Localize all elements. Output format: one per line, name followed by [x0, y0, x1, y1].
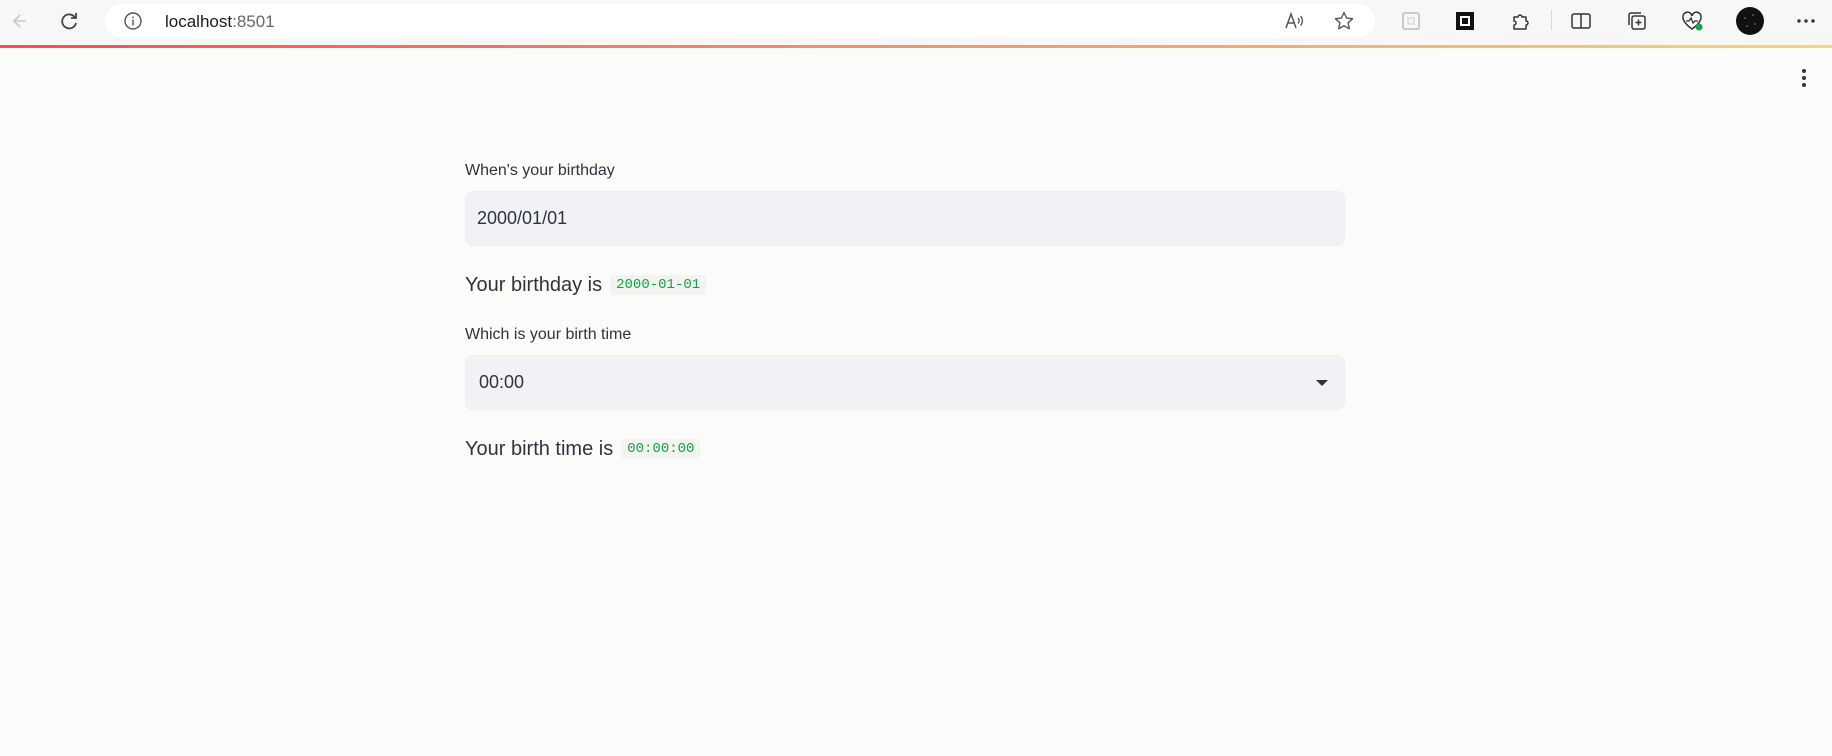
time-select-label: Which is your birth time: [465, 326, 632, 343]
url-host: localhost: [165, 12, 233, 31]
main-block: When's your birthday 2000/01/01 Your bir…: [465, 160, 1345, 464]
date-input-widget: When's your birthday 2000/01/01: [465, 160, 1345, 246]
more-options-icon[interactable]: [1794, 9, 1818, 33]
reload-button[interactable]: [49, 1, 89, 41]
address-bar[interactable]: localhost:8501: [105, 4, 1375, 38]
collections-icon[interactable]: [1625, 9, 1649, 33]
app-main-menu-icon[interactable]: [1798, 66, 1810, 90]
time-select-widget: Which is your birth time 00:00: [465, 324, 1345, 410]
birth-time-result: Your birth time is 00:00:00: [465, 434, 1345, 464]
back-arrow-icon: [12, 14, 26, 28]
menu-dot: [1802, 69, 1806, 73]
date-input-label: When's your birthday: [465, 162, 615, 179]
screenshot-extension-icon[interactable]: [1453, 9, 1477, 33]
birth-time-result-code: 00:00:00: [621, 439, 701, 459]
date-input[interactable]: 2000/01/01: [465, 191, 1345, 246]
birthday-result-text: Your birthday is: [465, 273, 603, 296]
extensions-puzzle-icon[interactable]: [1509, 9, 1533, 33]
app-decoration-bar: [0, 45, 1832, 48]
url-text[interactable]: localhost:8501: [165, 12, 275, 32]
site-info-icon[interactable]: [123, 11, 143, 31]
menu-dot: [1802, 76, 1806, 80]
back-button[interactable]: [0, 1, 40, 41]
time-select-value: 00:00: [479, 372, 525, 392]
browser-toolbar: localhost:8501: [0, 0, 1832, 45]
read-aloud-icon[interactable]: [1283, 10, 1305, 32]
birthday-result: Your birthday is 2000-01-01: [465, 270, 1345, 300]
browser-essentials-icon[interactable]: [1680, 9, 1704, 33]
favorite-star-icon[interactable]: [1333, 10, 1355, 32]
reload-icon: [61, 13, 77, 30]
split-screen-icon[interactable]: [1569, 9, 1593, 33]
url-port: :8501: [232, 12, 275, 31]
extension-placeholder-icon[interactable]: [1399, 9, 1423, 33]
time-select[interactable]: 00:00: [465, 355, 1345, 410]
menu-dot: [1802, 83, 1806, 87]
birth-time-result-text: Your birth time is: [465, 437, 614, 460]
toolbar-separator: [1551, 10, 1552, 30]
birthday-result-code: 2000-01-01: [610, 275, 707, 295]
profile-avatar[interactable]: [1735, 6, 1765, 36]
dropdown-caret-icon[interactable]: [1316, 380, 1328, 386]
